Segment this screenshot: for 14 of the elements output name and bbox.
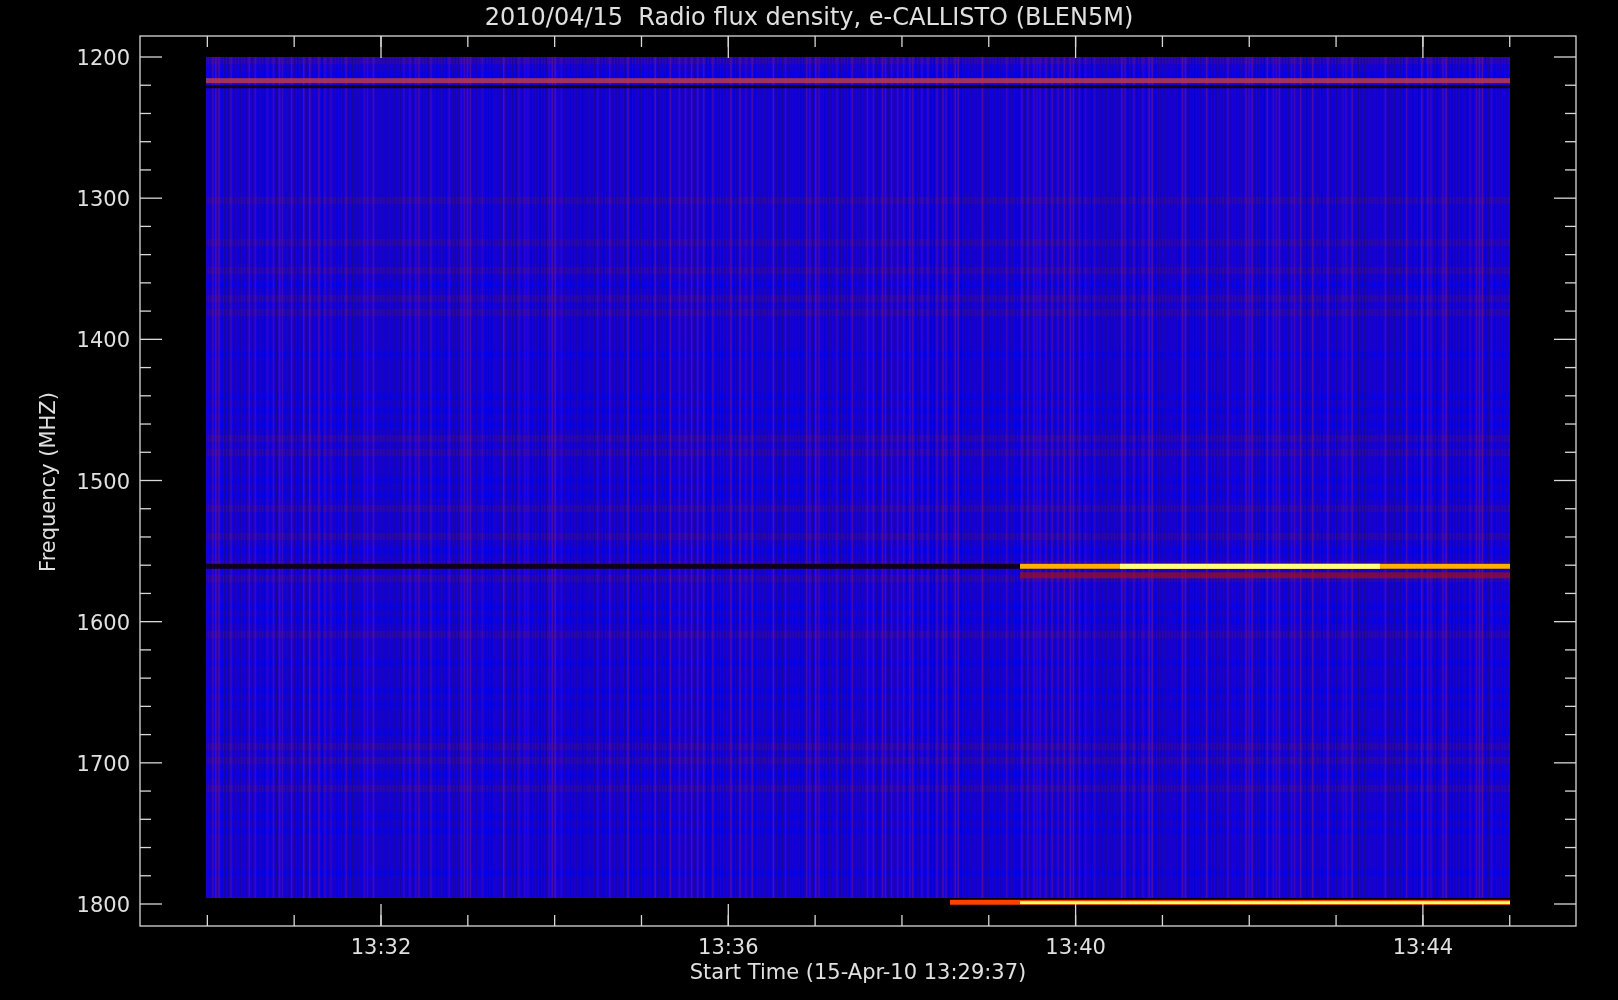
- y-tick-label: 1800: [76, 893, 130, 917]
- y-tick-label: 1700: [76, 751, 130, 776]
- x-tick-label: 13:44: [1392, 935, 1454, 959]
- x-axis-label: Start Time (15-Apr-10 13:29:37): [689, 960, 1027, 984]
- y-tick-label: 1400: [76, 328, 130, 353]
- y-tick-label: 1200: [76, 46, 130, 70]
- y-axis-label: Frequency (MHZ): [36, 392, 60, 572]
- y-tick-label: 1300: [76, 187, 130, 212]
- plot-title: 2010/04/15 Radio flux density, e-CALLISTO (BLEN5M): [484, 3, 1134, 31]
- x-tick-label: 13:40: [1045, 935, 1106, 959]
- x-tick-label: 13:36: [698, 935, 759, 959]
- y-tick-label: 1500: [76, 469, 130, 494]
- y-tick-label: 1600: [76, 610, 130, 635]
- x-tick-label: 13:32: [350, 935, 412, 959]
